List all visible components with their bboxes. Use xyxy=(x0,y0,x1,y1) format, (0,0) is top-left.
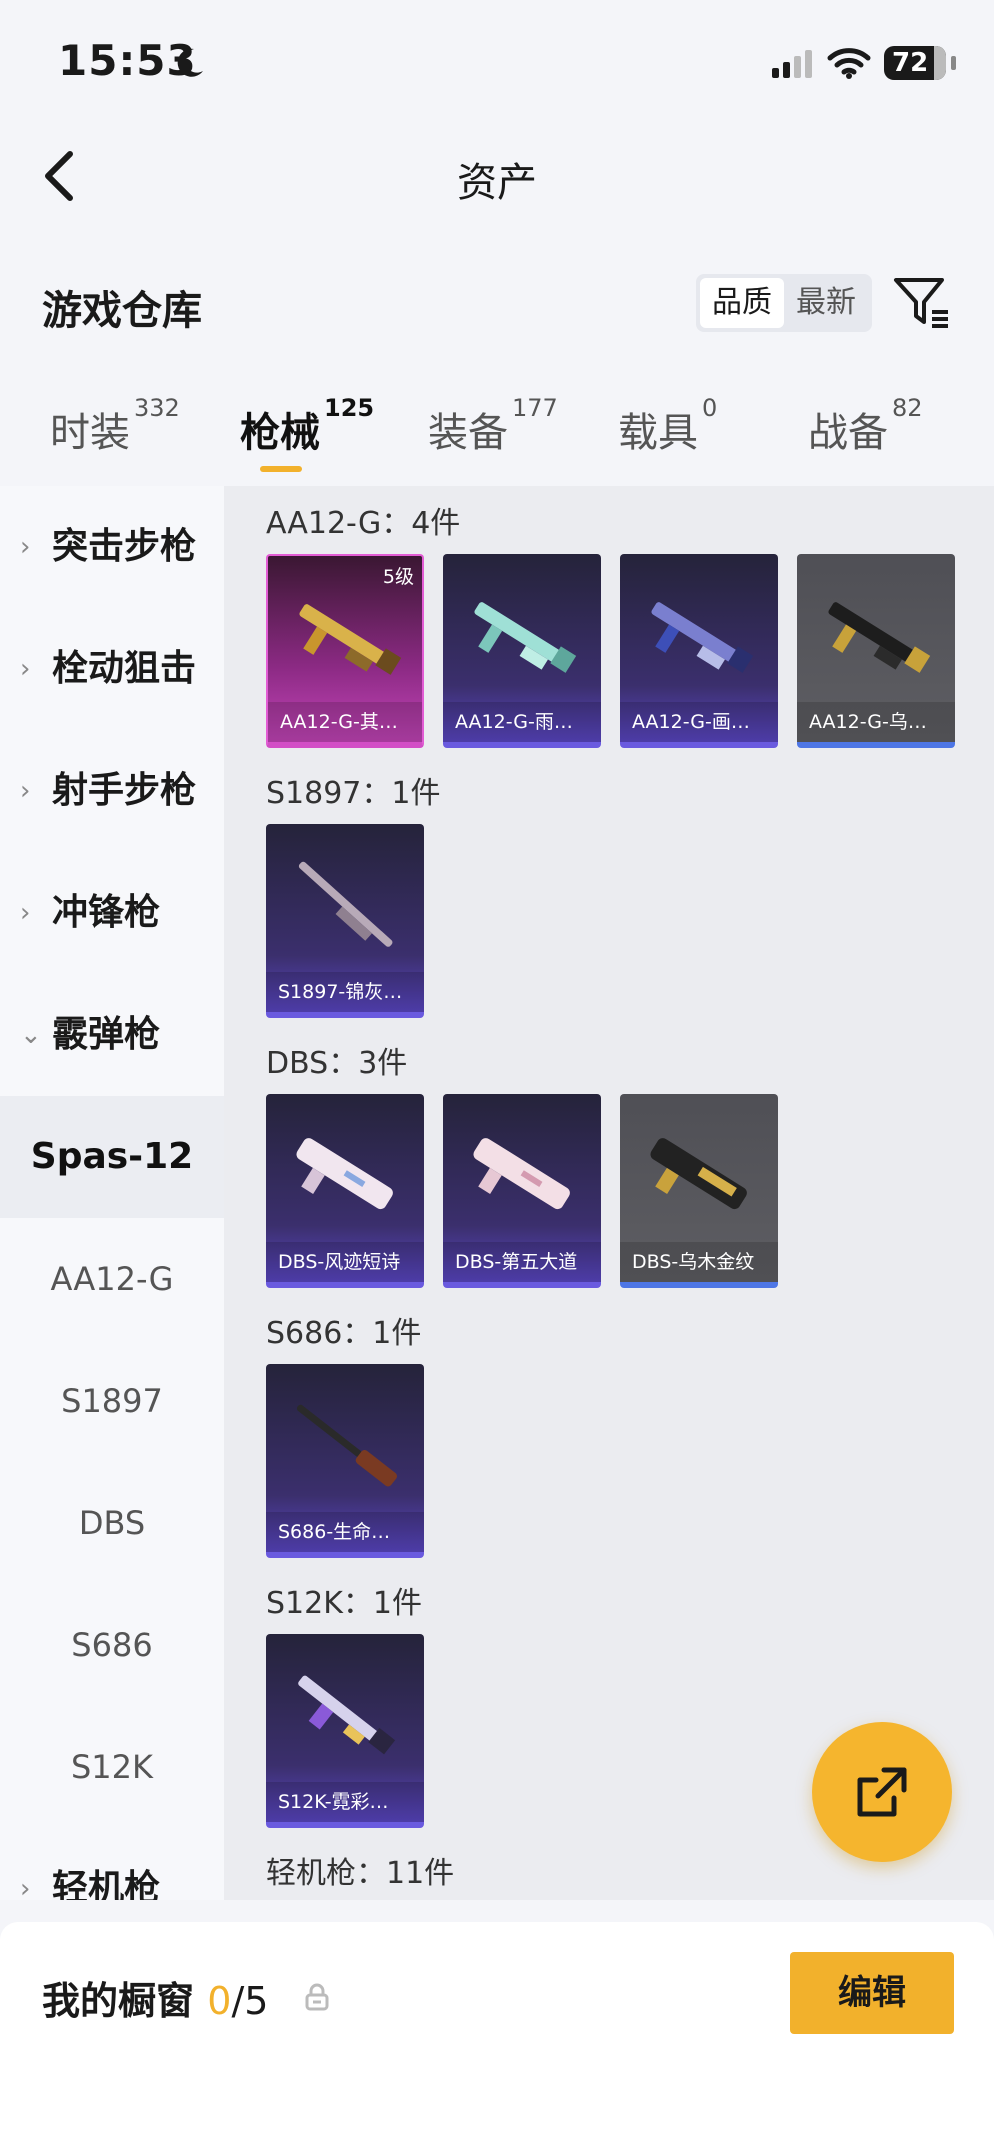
weapon-card[interactable]: S12K-霓彩… xyxy=(266,1634,424,1828)
weapon-card[interactable]: 5级 AA12-G-其… xyxy=(266,554,424,748)
moon-icon xyxy=(177,48,203,77)
group-title: S686：1件 xyxy=(266,1316,422,1351)
weapon-card[interactable]: DBS-第五大道 xyxy=(443,1094,601,1288)
chevron-right-icon: › xyxy=(20,1874,31,1900)
lock-icon xyxy=(305,1983,329,2011)
chevron-right-icon: › xyxy=(20,776,31,806)
weapon-name: DBS-第五大道 xyxy=(443,1242,601,1282)
weapon-name: AA12-G-其… xyxy=(268,702,422,742)
showcase-count-total: /5 xyxy=(231,1979,269,2023)
showcase-bar: 我的橱窗 0/5 编辑 xyxy=(0,1922,994,2152)
sidebar-item-smg[interactable]: › 冲锋枪 xyxy=(0,852,224,974)
status-bar: 15:53 72 xyxy=(0,0,994,120)
weapon-name: AA12-G-乌… xyxy=(797,702,955,742)
weapon-card[interactable]: DBS-乌木金纹 xyxy=(620,1094,778,1288)
sidebar-item-marksman-rifle[interactable]: › 射手步枪 xyxy=(0,730,224,852)
weapon-card[interactable]: S1897-锦灰… xyxy=(266,824,424,1018)
sidebar-item-bolt-sniper[interactable]: › 栓动狙击 xyxy=(0,608,224,730)
sort-option-quality[interactable]: 品质 xyxy=(700,278,784,328)
weapon-name: DBS-风迹短诗 xyxy=(266,1242,424,1282)
chevron-down-icon: ⌄ xyxy=(20,1020,42,1050)
wifi-icon xyxy=(827,48,871,79)
weapon-image xyxy=(651,602,754,673)
weapon-image xyxy=(296,1404,397,1487)
sidebar-item-shotgun[interactable]: ⌄ 霰弹枪 xyxy=(0,974,224,1096)
sort-toggle[interactable]: 品质 最新 xyxy=(696,274,872,332)
weapon-name: AA12-G-画… xyxy=(620,702,778,742)
weapon-name: S1897-锦灰… xyxy=(266,972,424,1012)
edit-button[interactable]: 编辑 xyxy=(790,1952,954,2034)
weapon-name: S12K-霓彩… xyxy=(266,1782,424,1822)
sidebar-item-lmg[interactable]: › 轻机枪 xyxy=(0,1828,224,1900)
sidebar: › 突击步枪 › 栓动狙击 › 射手步枪 › 冲锋枪 ⌄ 霰弹枪 Spas-12 AA12… xyxy=(0,486,224,1900)
group-title: DBS：3件 xyxy=(266,1046,408,1081)
weapon-name: AA12-G-雨… xyxy=(443,702,601,742)
weapon-image xyxy=(828,602,931,673)
weapon-name: DBS-乌木金纹 xyxy=(620,1242,778,1282)
tab-vehicles[interactable]: 载具0 xyxy=(618,394,717,458)
weapon-image xyxy=(298,1675,396,1755)
chevron-right-icon: › xyxy=(20,654,31,684)
battery-indicator: 72 xyxy=(884,46,956,80)
weapon-card[interactable]: AA12-G-乌… xyxy=(797,554,955,748)
page-title: 资产 xyxy=(457,160,537,206)
tab-equipment[interactable]: 装备177 xyxy=(428,394,558,458)
weapon-image xyxy=(298,861,393,947)
weapon-image xyxy=(296,1138,393,1210)
tab-supplies[interactable]: 战备82 xyxy=(808,394,923,458)
weapon-image xyxy=(650,1138,747,1210)
sidebar-sub-aa12g[interactable]: AA12-G xyxy=(0,1218,224,1340)
sidebar-sub-s686[interactable]: S686 xyxy=(0,1584,224,1706)
showcase-count-current: 0 xyxy=(207,1979,232,2023)
weapon-card[interactable]: DBS-风迹短诗 xyxy=(266,1094,424,1288)
weapon-card[interactable]: AA12-G-画… xyxy=(620,554,778,748)
weapon-card[interactable]: S686-生命… xyxy=(266,1364,424,1558)
chevron-right-icon: › xyxy=(20,898,31,928)
section-title: 游戏仓库 xyxy=(42,288,202,334)
battery-level: 72 xyxy=(892,48,929,78)
tab-outfits[interactable]: 时装332 xyxy=(50,394,180,458)
group-title: 轻机枪：11件 xyxy=(266,1856,455,1891)
sidebar-sub-s12k[interactable]: S12K xyxy=(0,1706,224,1828)
sidebar-sub-s1897[interactable]: S1897 xyxy=(0,1340,224,1462)
item-level: 5级 xyxy=(382,566,414,588)
share-button[interactable] xyxy=(812,1722,952,1862)
signal-icon xyxy=(772,50,812,78)
group-title: S12K：1件 xyxy=(266,1586,422,1621)
weapon-name: S686-生命… xyxy=(266,1512,424,1552)
sidebar-sub-dbs[interactable]: DBS xyxy=(0,1462,224,1584)
filter-icon[interactable] xyxy=(892,274,952,332)
group-title: AA12-G：4件 xyxy=(266,506,461,541)
category-tabs: 时装332 枪械125 装备177 载具0 战备82 xyxy=(0,394,994,480)
showcase-title: 我的橱窗 0/5 xyxy=(42,1979,269,2023)
chevron-right-icon: › xyxy=(20,532,31,562)
weapon-card[interactable]: AA12-G-雨… xyxy=(443,554,601,748)
tab-weapons[interactable]: 枪械125 xyxy=(240,394,374,458)
weapon-image xyxy=(473,1138,570,1210)
weapon-image xyxy=(474,602,577,673)
share-icon xyxy=(857,1767,907,1817)
sidebar-item-assault-rifle[interactable]: › 突击步枪 xyxy=(0,486,224,608)
sort-option-latest[interactable]: 最新 xyxy=(784,278,868,328)
sidebar-sub-spas12[interactable]: Spas-12 xyxy=(0,1096,224,1218)
inventory-grid[interactable]: AA12-G：4件 5级 AA12-G-其… AA12-G-雨… AA12-G-… xyxy=(224,486,994,1900)
group-title: S1897：1件 xyxy=(266,776,441,811)
active-tab-indicator xyxy=(260,466,302,472)
weapon-image xyxy=(299,604,402,675)
